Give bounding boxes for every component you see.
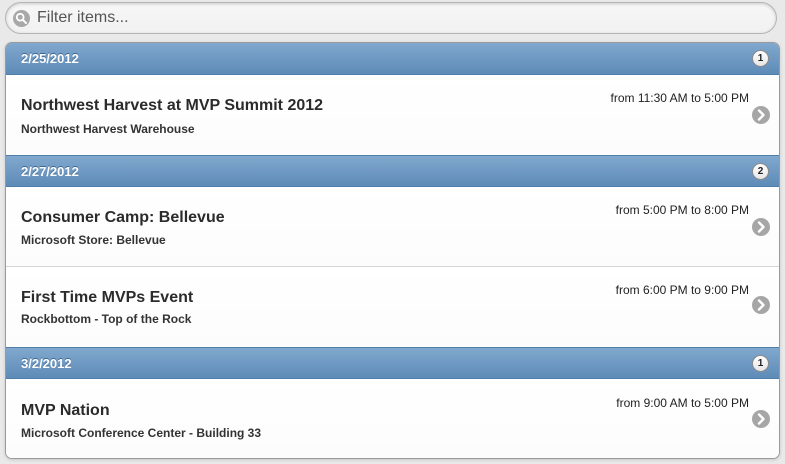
event-list: 2/25/2012 1 Northwest Harvest at MVP Sum… [5, 42, 780, 459]
event-title: Northwest Harvest at MVP Summit 2012 [21, 97, 324, 114]
count-bubble: 1 [752, 355, 769, 372]
list-item[interactable]: First Time MVPs Event Rockbottom - Top o… [6, 267, 779, 347]
chevron-right-icon [752, 410, 770, 428]
chevron-right-icon [752, 106, 770, 124]
event-location: Rockbottom - Top of the Rock [21, 312, 192, 326]
event-title: MVP Nation [21, 402, 110, 419]
event-location: Microsoft Store: Bellevue [21, 233, 166, 247]
chevron-right-icon [752, 296, 770, 314]
search-icon [13, 10, 30, 27]
list-divider: 3/2/2012 1 [6, 347, 779, 379]
page: 2/25/2012 1 Northwest Harvest at MVP Sum… [0, 0, 785, 464]
count-bubble: 1 [752, 50, 769, 67]
event-time: from 9:00 AM to 5:00 PM [616, 396, 749, 410]
event-time: from 11:30 AM to 5:00 PM [610, 91, 749, 105]
chevron-right-icon [752, 218, 770, 236]
event-location: Microsoft Conference Center - Building 3… [21, 426, 262, 440]
divider-date: 2/27/2012 [21, 164, 79, 179]
divider-date: 3/2/2012 [21, 356, 72, 371]
event-title: First Time MVPs Event [21, 289, 194, 306]
filter-input[interactable] [37, 6, 757, 30]
list-item[interactable]: Northwest Harvest at MVP Summit 2012 Nor… [6, 75, 779, 155]
list-item[interactable]: MVP Nation Microsoft Conference Center -… [6, 379, 779, 458]
filter-bar [5, 2, 777, 34]
list-divider: 2/25/2012 1 [6, 43, 779, 75]
list-divider: 2/27/2012 2 [6, 155, 779, 187]
count-bubble: 2 [752, 163, 769, 180]
event-time: from 5:00 PM to 8:00 PM [615, 203, 749, 217]
list-item[interactable]: Consumer Camp: Bellevue Microsoft Store:… [6, 187, 779, 267]
divider-date: 2/25/2012 [21, 51, 79, 66]
event-time: from 6:00 PM to 9:00 PM [615, 283, 749, 297]
event-location: Northwest Harvest Warehouse [21, 122, 195, 136]
event-title: Consumer Camp: Bellevue [21, 209, 225, 226]
